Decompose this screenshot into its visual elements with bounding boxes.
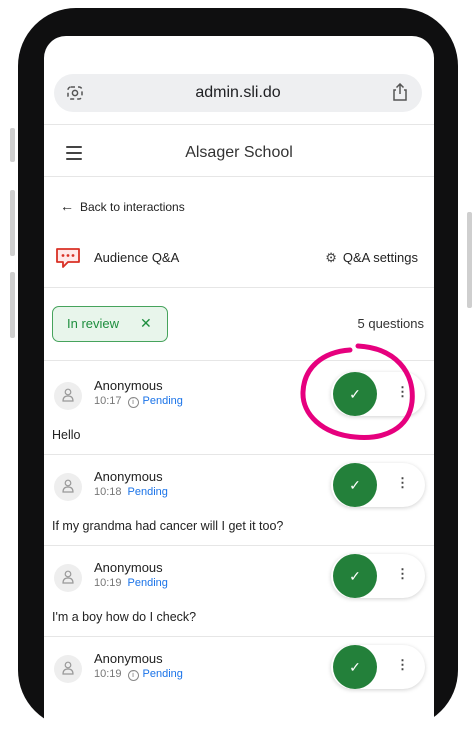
- question-meta: 10:18 Pending: [94, 486, 168, 498]
- phone-volume-down: [10, 272, 15, 338]
- check-icon: ✓: [349, 659, 361, 675]
- question-status: Pending: [142, 668, 183, 680]
- approve-button[interactable]: ✓: [333, 554, 377, 598]
- phone-screen: admin.sli.do Alsager School ← Back to int…: [44, 36, 434, 736]
- question-author: Anonymous: [94, 469, 163, 484]
- browser-address-bar[interactable]: admin.sli.do: [54, 74, 422, 112]
- question-status: Pending: [127, 577, 168, 589]
- qa-settings-button[interactable]: ⚙ Q&A settings: [325, 250, 418, 266]
- info-icon[interactable]: i: [127, 670, 139, 681]
- question-time: 10:18: [94, 486, 122, 498]
- qa-divider: [44, 287, 434, 288]
- question-time: 10:17: [94, 395, 122, 407]
- more-vert-icon[interactable]: ⋮: [396, 657, 409, 673]
- question-divider: [44, 454, 434, 455]
- question-status: Pending: [142, 395, 183, 407]
- question-meta: 10:19 i Pending: [94, 668, 183, 681]
- phone-power-button: [467, 212, 472, 308]
- person-icon: [62, 570, 74, 589]
- arrow-left-icon: ←: [60, 198, 74, 214]
- question-meta: 10:17 i Pending: [94, 395, 183, 408]
- check-icon: ✓: [349, 386, 361, 402]
- question-text: I'm a boy how do I check?: [52, 610, 197, 624]
- person-icon: [62, 388, 74, 407]
- info-icon[interactable]: i: [127, 397, 139, 408]
- back-link[interactable]: ← Back to interactions: [60, 198, 185, 214]
- question-divider: [44, 636, 434, 637]
- question-actions: ✓ ⋮: [331, 554, 425, 598]
- question-actions: ✓ ⋮: [331, 372, 425, 416]
- share-icon[interactable]: [392, 82, 408, 106]
- question-divider: [44, 545, 434, 546]
- check-icon: ✓: [349, 477, 361, 493]
- question-text: Hello: [52, 428, 81, 442]
- question-time: 10:19: [94, 668, 122, 680]
- gear-icon: ⚙: [325, 250, 337, 265]
- question-text: If my grandma had cancer will I get it t…: [52, 519, 284, 533]
- question-time: 10:19: [94, 577, 122, 589]
- url-text[interactable]: admin.sli.do: [54, 84, 422, 102]
- question-count: 5 questions: [357, 316, 425, 331]
- question-author: Anonymous: [94, 378, 163, 393]
- approve-button[interactable]: ✓: [333, 372, 377, 416]
- question-actions: ✓ ⋮: [331, 645, 425, 689]
- avatar: [54, 655, 82, 683]
- person-icon: [62, 661, 74, 680]
- browser-divider: [44, 124, 434, 125]
- list-divider: [44, 360, 434, 361]
- qa-settings-label: Q&A settings: [342, 250, 418, 265]
- phone-side-button: [10, 128, 15, 162]
- avatar: [54, 382, 82, 410]
- more-vert-icon[interactable]: ⋮: [396, 384, 409, 400]
- more-vert-icon[interactable]: ⋮: [396, 566, 409, 582]
- avatar: [54, 473, 82, 501]
- approve-button[interactable]: ✓: [333, 645, 377, 689]
- person-icon: [62, 479, 74, 498]
- avatar: [54, 564, 82, 592]
- qa-title: Audience Q&A: [94, 250, 180, 265]
- approve-button[interactable]: ✓: [333, 463, 377, 507]
- close-icon[interactable]: ✕: [140, 315, 152, 332]
- question-author: Anonymous: [94, 560, 163, 575]
- more-vert-icon[interactable]: ⋮: [396, 475, 409, 491]
- header-divider: [44, 176, 434, 177]
- back-label: Back to interactions: [80, 200, 185, 214]
- check-icon: ✓: [349, 568, 361, 584]
- phone-volume-up: [10, 190, 15, 256]
- chip-label: In review: [67, 316, 120, 331]
- chat-bubble-icon: [54, 246, 82, 275]
- question-meta: 10:19 Pending: [94, 577, 168, 589]
- question-status: Pending: [127, 486, 168, 498]
- in-review-filter-chip[interactable]: In review ✕: [52, 306, 168, 342]
- question-author: Anonymous: [94, 651, 163, 666]
- page-title: Alsager School: [185, 144, 293, 161]
- qa-header: Audience Q&A ⚙ Q&A settings: [54, 246, 424, 270]
- question-actions: ✓ ⋮: [331, 463, 425, 507]
